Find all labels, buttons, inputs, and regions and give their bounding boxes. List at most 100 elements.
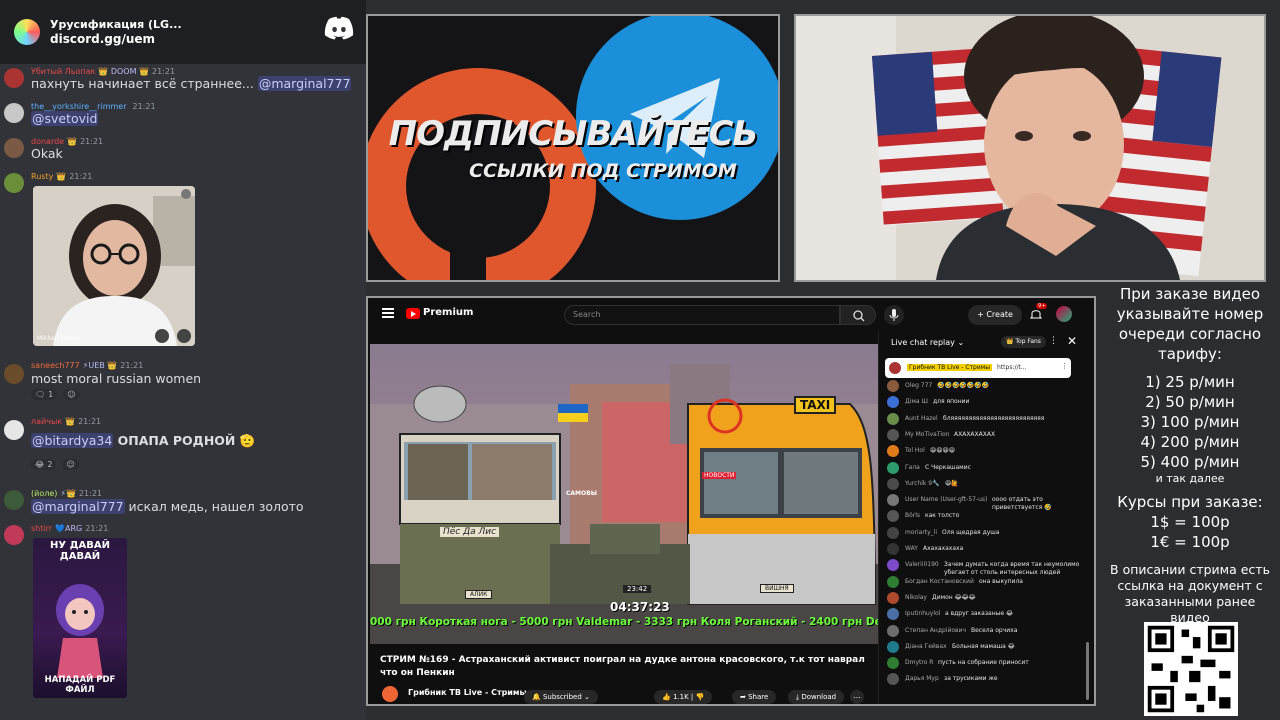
username[interactable]: (йоле) (31, 489, 57, 498)
download-button[interactable]: ⤓ Download (788, 690, 845, 704)
subscribed-button[interactable]: 🔔 Subscribed ⌄ (524, 690, 598, 704)
chat-author[interactable]: Дарья Мур (905, 675, 939, 683)
chat-author[interactable]: Діма Ш (905, 398, 928, 406)
avatar[interactable] (887, 575, 899, 588)
avatar[interactable] (887, 494, 899, 507)
avatar[interactable] (887, 657, 899, 670)
chat-author[interactable]: WAY (905, 545, 918, 553)
add-reaction-icon[interactable]: ☺ (62, 459, 79, 470)
username[interactable]: Rusty (31, 172, 53, 181)
chat-author[interactable]: Valerii0190 (905, 561, 939, 569)
video-embed[interactable]: Mikhail Svetov (33, 186, 195, 346)
avatar[interactable] (887, 477, 899, 490)
channel-name[interactable]: Грибник ТВ Live - Стримы (408, 688, 527, 697)
avatar[interactable] (4, 138, 24, 158)
user-mention[interactable]: @bitardya34 (31, 433, 114, 448)
search-input[interactable]: Search (564, 305, 840, 325)
fullscreen-icon[interactable] (177, 329, 191, 343)
avatar[interactable] (887, 510, 899, 523)
close-icon[interactable]: ✕ (1067, 334, 1077, 348)
avatar[interactable] (4, 420, 24, 440)
avatar[interactable] (4, 173, 24, 193)
username[interactable]: лайчык (31, 417, 62, 426)
avatar[interactable] (887, 624, 899, 637)
mute-icon[interactable] (155, 329, 169, 343)
avatar[interactable] (1056, 306, 1072, 322)
chat-author[interactable]: Oleg 777 (905, 382, 932, 390)
chat-author[interactable]: moriarty_li (905, 529, 937, 537)
chat-author[interactable]: Dmytro R (905, 659, 933, 667)
channel-avatar[interactable] (382, 686, 398, 702)
chat-author[interactable]: Tol Hol (905, 447, 925, 455)
user-mention[interactable]: @marginal777 (31, 499, 125, 514)
pinned-message[interactable]: Грибник ТВ Live - Стримы https://t... ⋮ (885, 358, 1071, 378)
video-player[interactable]: TAXI Пёс Да Лис АЛИК ВИШНЯ НОВОСТИ САМОВ… (370, 344, 878, 644)
avatar[interactable] (4, 490, 24, 510)
youtube-logo-icon[interactable] (406, 308, 420, 319)
avatar[interactable] (887, 412, 899, 425)
username[interactable]: shtirr (31, 524, 52, 533)
gif-embed[interactable]: НУ ДАВАЙ ДАВАЙ НАПАДАЙ PDF ФАЙЛ (33, 538, 127, 698)
chat-author[interactable]: Nikolay (905, 594, 927, 602)
user-mention[interactable]: @marginal777 (257, 76, 352, 91)
avatar[interactable] (887, 608, 899, 621)
avatar[interactable] (4, 364, 24, 384)
avatar[interactable] (887, 380, 899, 392)
user-mention[interactable]: @svetovid (31, 111, 99, 126)
chat-author[interactable]: Діана Гейвах (905, 643, 947, 651)
chat-menu-icon[interactable]: ⋮ (1049, 336, 1058, 346)
reaction[interactable]: 🗨 1 (31, 389, 58, 400)
van-plate: ВИШНЯ (760, 584, 794, 593)
avatar[interactable] (887, 543, 899, 555)
search-button[interactable] (840, 305, 876, 325)
avatar[interactable] (887, 396, 899, 409)
server-invite-link[interactable]: discord.gg/uem (50, 32, 182, 47)
create-button[interactable]: + Create (968, 305, 1022, 325)
discord-server-header[interactable]: Урусификация (LG... discord.gg/uem (0, 0, 366, 64)
voice-search-button[interactable] (884, 305, 904, 325)
youtube-premium-label[interactable]: Premium (423, 307, 473, 318)
chat-author[interactable]: User Name (User-gft-57-us) (905, 496, 987, 504)
reaction[interactable]: 😂 2 (31, 459, 57, 470)
avatar[interactable] (887, 640, 899, 653)
close-icon[interactable] (181, 189, 191, 199)
chat-author[interactable]: Гала (905, 464, 920, 472)
chat-author[interactable]: Степан Андрійович (905, 627, 966, 635)
add-reaction-icon[interactable]: ☺ (63, 389, 80, 400)
avatar[interactable] (887, 591, 899, 604)
avatar[interactable] (887, 461, 899, 474)
avatar[interactable] (887, 673, 899, 686)
username[interactable]: saneech777 (31, 361, 80, 370)
avatar[interactable] (887, 445, 899, 458)
chat-author[interactable]: Богдан Костановский (905, 578, 974, 586)
share-button[interactable]: ➦ Share (732, 690, 777, 704)
chat-author[interactable]: Iputinhuylol (905, 610, 940, 618)
qr-code[interactable] (1144, 622, 1238, 716)
hamburger-menu-icon[interactable] (382, 308, 394, 318)
chat-author[interactable]: Yurchik 9🔧 (905, 480, 940, 488)
top-fans-button[interactable]: 👑 Top Fans (1001, 336, 1046, 348)
notifications-button[interactable]: 9+ (1028, 303, 1048, 322)
tariff-etc: и так далее (1155, 472, 1225, 485)
more-actions-icon[interactable]: … (850, 690, 864, 704)
avatar[interactable] (887, 428, 899, 441)
avatar[interactable] (887, 559, 899, 572)
chat-text: Зачем думать когда время так неумолимо у… (944, 561, 1080, 577)
streamer-webcam (794, 14, 1266, 282)
avatar[interactable] (4, 103, 24, 123)
avatar[interactable] (4, 525, 24, 545)
avatar[interactable] (4, 68, 24, 88)
username[interactable]: donarde (31, 137, 64, 146)
avatar[interactable] (887, 526, 899, 539)
chat-author[interactable]: My MoTivaTion (905, 431, 949, 439)
chat-author[interactable]: Aunt Hazel (905, 415, 938, 423)
like-button[interactable]: 👍 1.1K | 👎 (654, 690, 713, 704)
chat-text: С Черкашамис (925, 463, 971, 471)
live-chat-replay-dropdown[interactable]: Live chat replay ⌄ (891, 338, 964, 347)
username[interactable]: the__yorkshire__rimmer (31, 102, 126, 111)
chat-scrollbar[interactable] (1086, 642, 1089, 700)
username[interactable]: Убитый Льопак (31, 67, 95, 76)
server-icon (14, 19, 40, 45)
message-text: most moral russian women (31, 371, 202, 386)
chat-author[interactable]: Börls (905, 512, 920, 520)
